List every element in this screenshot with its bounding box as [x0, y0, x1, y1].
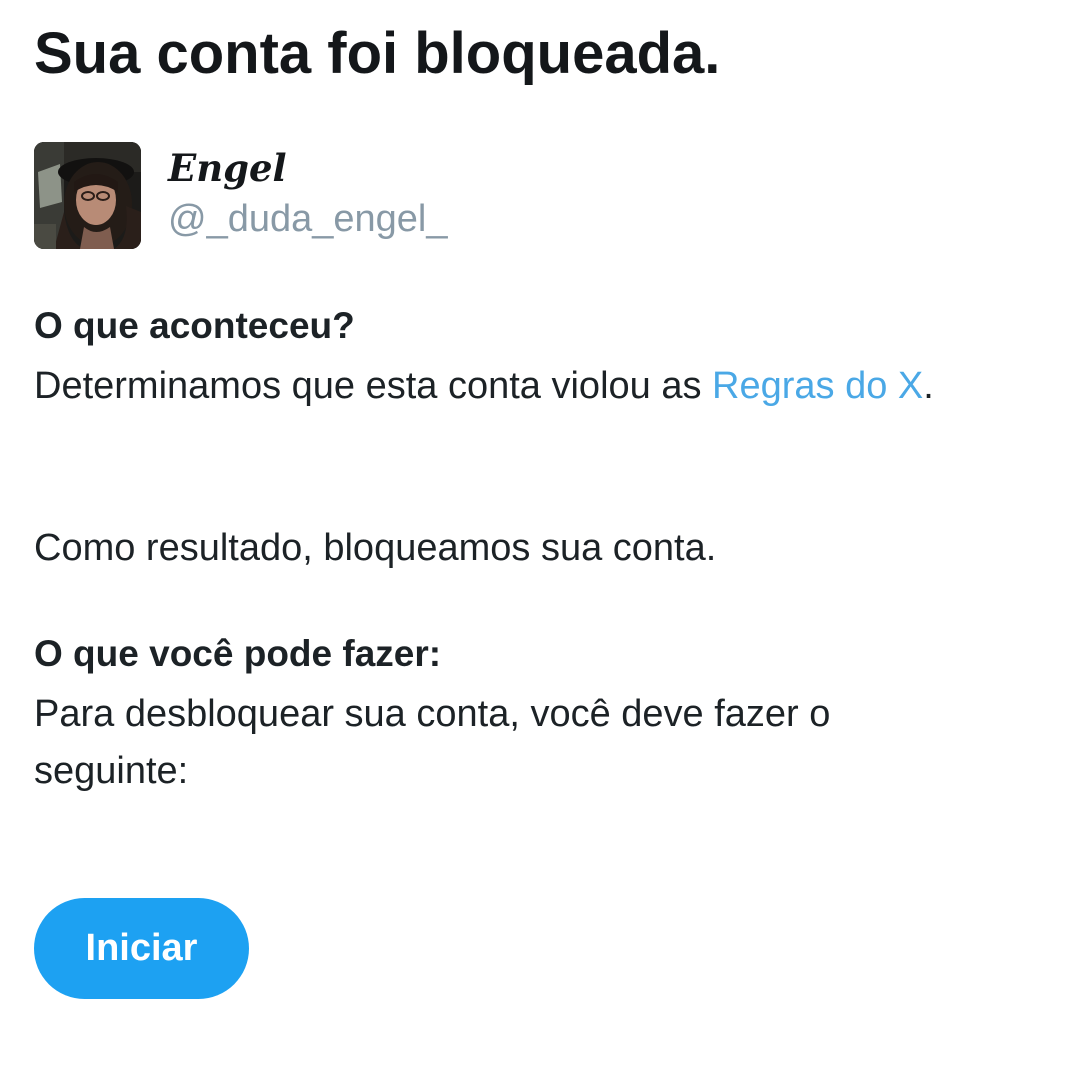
avatar-photo-icon — [34, 142, 141, 249]
result-text: Como resultado, bloqueamos sua conta. — [34, 527, 717, 569]
start-button[interactable]: Iniciar — [34, 898, 249, 999]
what-happened-heading: O que aconteceu? — [34, 305, 355, 346]
what-you-can-do-text: Para desbloquear sua conta, você deve fa… — [34, 693, 831, 792]
account-handle: @_duda_engel_ — [168, 198, 448, 240]
what-happened-text-before-link: Determinamos que esta conta violou as — [34, 365, 713, 407]
rules-link[interactable]: Regras do X — [712, 365, 923, 407]
avatar — [34, 142, 141, 249]
what-happened-text-after-link: . — [923, 365, 934, 407]
what-you-can-do-heading: O que você pode fazer: — [34, 633, 442, 674]
page-title: Sua conta foi bloqueada. — [34, 21, 721, 86]
account-info: Engel @_duda_engel_ — [34, 142, 634, 250]
what-happened-text: Determinamos que esta conta violou as Re… — [34, 358, 1034, 415]
display-name: Engel — [168, 146, 287, 190]
